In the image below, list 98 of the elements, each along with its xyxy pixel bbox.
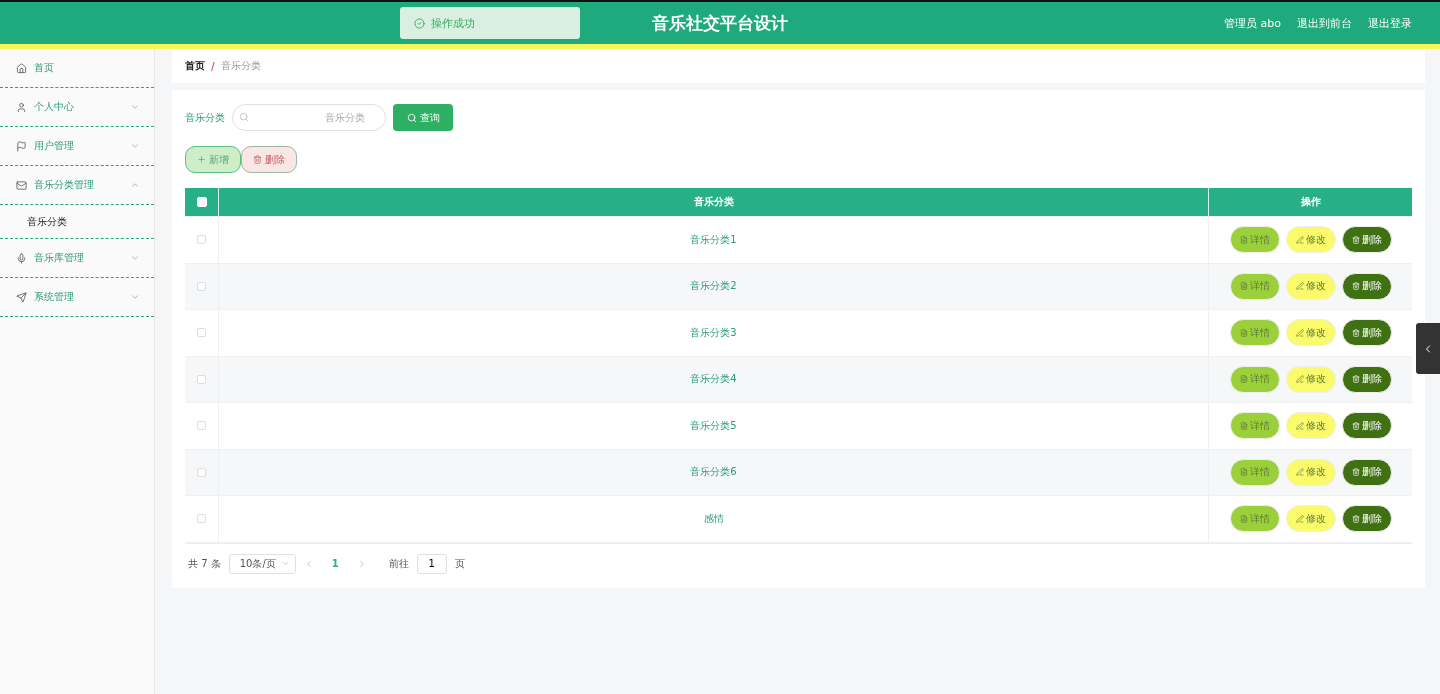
breadcrumb-link[interactable]: 首页 <box>185 59 205 73</box>
search-button[interactable]: 查询 <box>393 104 453 131</box>
document-icon <box>1239 282 1248 291</box>
search-field[interactable]: 音乐分类 <box>232 104 386 131</box>
document-icon <box>1239 375 1248 384</box>
header-link[interactable]: 退出登录 <box>1368 15 1412 31</box>
search-icon <box>239 112 249 122</box>
row-checkbox[interactable] <box>197 235 206 245</box>
sidebar-item[interactable]: 个人中心 <box>0 88 154 127</box>
detail-button[interactable]: 详情 <box>1229 505 1280 533</box>
row-checkbox[interactable] <box>197 421 206 431</box>
delete-button[interactable]: 删除 <box>1341 226 1392 254</box>
document-icon <box>1239 235 1248 244</box>
document-icon <box>1239 328 1248 337</box>
header-link[interactable]: 退出到前台 <box>1297 15 1352 31</box>
pen-icon <box>1295 375 1304 384</box>
pen-icon <box>1295 282 1304 291</box>
home-icon <box>16 62 27 74</box>
add-button[interactable]: 新增 <box>185 146 241 173</box>
chevron-down-icon <box>280 559 290 568</box>
table-cell: 音乐分类4 <box>219 356 1209 402</box>
edit-button[interactable]: 修改 <box>1285 505 1336 533</box>
row-checkbox[interactable] <box>197 281 206 291</box>
document-icon <box>1239 514 1248 523</box>
table-cell: 音乐分类5 <box>219 403 1209 449</box>
flag-icon <box>16 140 27 152</box>
row-checkbox[interactable] <box>197 514 206 524</box>
toast-text: 操作成功 <box>431 15 475 31</box>
detail-button[interactable]: 详情 <box>1229 365 1280 393</box>
pen-icon <box>1295 421 1304 430</box>
trash-icon <box>1351 328 1360 337</box>
mail-icon <box>16 179 27 191</box>
table-cell: 音乐分类2 <box>219 263 1209 309</box>
check-icon <box>414 17 425 29</box>
delete-button[interactable]: 删除 <box>1341 505 1392 533</box>
document-icon <box>1239 421 1248 430</box>
detail-button[interactable]: 详情 <box>1229 458 1280 486</box>
delete-button[interactable]: 删除 <box>1341 365 1392 393</box>
page-size-select[interactable]: 10条/页 <box>228 553 296 574</box>
total-count: 共 7 条 <box>188 556 221 571</box>
paper-plane-icon <box>16 291 27 303</box>
table-cell: 感情 <box>219 496 1209 542</box>
trash-icon <box>1351 235 1360 244</box>
pen-icon <box>1295 514 1304 523</box>
page-suffix: 页 <box>454 556 465 571</box>
trash-icon <box>1351 468 1360 477</box>
delete-button[interactable]: 删除 <box>1341 319 1392 347</box>
edit-button[interactable]: 修改 <box>1285 272 1336 300</box>
goto-label: 前往 <box>388 556 409 571</box>
column-header: 操作 <box>1299 195 1322 209</box>
edit-button[interactable]: 修改 <box>1285 458 1336 486</box>
collapse-handle[interactable] <box>1416 323 1440 374</box>
plus-icon <box>197 155 206 164</box>
pen-icon <box>1295 328 1304 337</box>
edit-button[interactable]: 修改 <box>1285 226 1336 254</box>
header-link[interactable]: 管理员 abo <box>1224 15 1281 31</box>
microphone-icon <box>16 252 27 264</box>
submenu-item[interactable]: 音乐分类 <box>0 205 154 239</box>
user-icon <box>16 101 27 113</box>
detail-button[interactable]: 详情 <box>1229 319 1280 347</box>
trash-icon <box>1351 421 1360 430</box>
delete-button[interactable]: 删除 <box>1341 458 1392 486</box>
row-checkbox[interactable] <box>197 467 206 477</box>
detail-button[interactable]: 详情 <box>1229 226 1280 254</box>
trash-icon <box>253 155 262 164</box>
sidebar-item[interactable]: 首页 <box>0 49 154 88</box>
search-label: 音乐分类 <box>185 110 225 125</box>
edit-button[interactable]: 修改 <box>1285 412 1336 440</box>
table-cell: 音乐分类1 <box>219 217 1209 263</box>
detail-button[interactable]: 详情 <box>1229 412 1280 440</box>
page-number[interactable]: 1 <box>321 558 349 569</box>
row-checkbox[interactable] <box>197 374 206 384</box>
delete-button[interactable]: 删除 <box>1341 272 1392 300</box>
search-icon <box>406 112 417 123</box>
edit-button[interactable]: 修改 <box>1285 319 1336 347</box>
pen-icon <box>1295 235 1304 244</box>
sidebar-item[interactable]: 系统管理 <box>0 278 154 317</box>
delete-button[interactable]: 删除 <box>241 146 297 173</box>
select-all-checkbox[interactable] <box>196 197 207 207</box>
trash-icon <box>1351 375 1360 384</box>
sidebar-item[interactable]: 音乐库管理 <box>0 239 154 278</box>
sidebar-item[interactable]: 音乐分类管理 <box>0 166 154 205</box>
edit-button[interactable]: 修改 <box>1285 365 1336 393</box>
column-header: 音乐分类 <box>219 188 1209 216</box>
row-checkbox[interactable] <box>197 328 206 338</box>
document-icon <box>1239 468 1248 477</box>
trash-icon <box>1351 514 1360 523</box>
breadcrumb-separator: / <box>211 60 215 72</box>
page-input[interactable]: 1 <box>416 553 447 574</box>
breadcrumb-current: 音乐分类 <box>220 59 261 73</box>
delete-button[interactable]: 删除 <box>1341 412 1392 440</box>
sidebar-item[interactable]: 用户管理 <box>0 127 154 166</box>
trash-icon <box>1351 282 1360 291</box>
table-cell: 音乐分类3 <box>219 310 1209 356</box>
detail-button[interactable]: 详情 <box>1229 272 1280 300</box>
pen-icon <box>1295 468 1304 477</box>
site-title: 音乐社交平台设计 <box>652 11 788 35</box>
table-cell: 音乐分类6 <box>219 449 1209 495</box>
